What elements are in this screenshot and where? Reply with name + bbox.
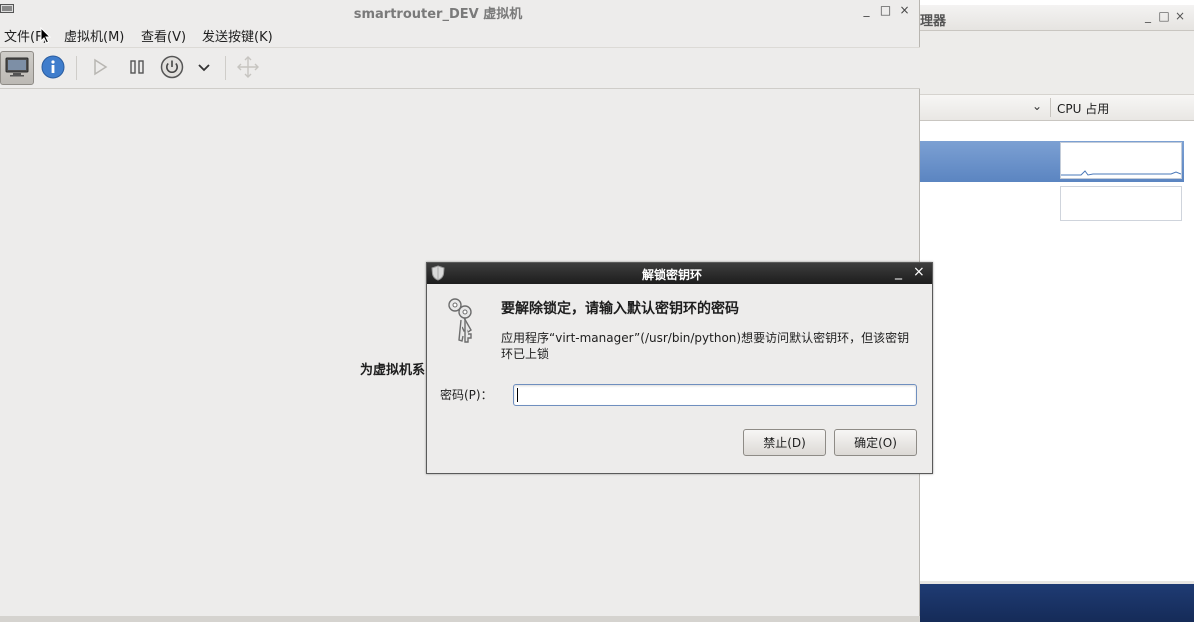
password-label: 密码(P)： (440, 388, 493, 402)
maximize-button[interactable]: □ (876, 3, 895, 17)
menu-send-key[interactable]: 发送按键(K) (202, 26, 273, 45)
run-icon (91, 58, 109, 79)
minimize-button[interactable]: _ (857, 3, 876, 17)
cpu-usage-sparkline (1060, 142, 1182, 179)
column-header: ⌄ CPU 占用 (920, 95, 1194, 121)
console-button[interactable] (0, 51, 34, 85)
close-button[interactable]: × (895, 3, 914, 17)
dialog-heading: 要解除锁定，请输入默认密钥环的密码 (501, 301, 739, 317)
unlock-keyring-dialog: 解锁密钥环 _ × 要解除锁定，请输入默认密钥环的密码 应用程序“virt-ma… (426, 262, 933, 474)
vm-titlebar: smartrouter_DEV 虚拟机 _ □ × (0, 0, 920, 22)
run-button[interactable] (83, 51, 117, 85)
manager-toolbar (920, 31, 1194, 95)
manager-titlebar: 理器 _ □ × (920, 5, 1194, 31)
password-field[interactable] (513, 384, 917, 406)
details-button[interactable] (36, 51, 70, 85)
dialog-titlebar: 解锁密钥环 _ × (427, 263, 932, 284)
menu-view[interactable]: 查看(V) (141, 26, 186, 45)
close-button[interactable]: × (1172, 9, 1188, 23)
menu-vm[interactable]: 虚拟机(M) (64, 26, 124, 45)
pause-button[interactable] (120, 51, 154, 85)
vm-window-bottom-edge (0, 616, 920, 622)
toolbar-separator (76, 56, 77, 80)
cpu-usage-sparkline-empty (1060, 186, 1182, 221)
manager-title: 理器 (920, 14, 947, 29)
dialog-description: 应用程序“virt-manager”(/usr/bin/python)想要访问默… (501, 331, 910, 361)
dialog-minimize-button[interactable]: _ (895, 264, 902, 280)
keys-icon (441, 296, 481, 349)
mouse-pointer-icon (40, 26, 52, 47)
vm-console-message: 为虚拟机系 (360, 363, 426, 378)
shutdown-menu-button[interactable] (187, 51, 221, 85)
dialog-title: 解锁密钥环 (641, 268, 702, 282)
minimize-button[interactable]: _ (1140, 9, 1156, 23)
fullscreen-icon (236, 55, 260, 82)
pause-icon (129, 59, 145, 78)
dialog-close-button[interactable]: × (913, 264, 925, 280)
toolbar-separator (225, 56, 226, 80)
console-icon (5, 57, 29, 80)
desktop-panel (920, 584, 1194, 622)
menubar: 文件(F) 虚拟机(M) 查看(V) 发送按键(K) (0, 24, 920, 45)
power-dropdown-icon (198, 61, 210, 75)
column-dropdown-chevron-icon[interactable]: ⌄ (1032, 99, 1042, 113)
shutdown-button[interactable] (155, 51, 189, 85)
maximize-button[interactable]: □ (1156, 9, 1172, 23)
cpu-usage-column-header[interactable]: CPU 占用 (1057, 100, 1109, 117)
manager-window: 理器 _ □ × ⌄ CPU 占用 (920, 0, 1194, 622)
column-separator (1050, 98, 1051, 117)
text-caret (517, 388, 518, 402)
vm-window-title: smartrouter_DEV 虚拟机 (353, 7, 523, 22)
info-icon (41, 55, 65, 82)
power-icon (160, 55, 184, 82)
fullscreen-button[interactable] (231, 51, 265, 85)
deny-button[interactable]: 禁止(D) (743, 429, 826, 456)
toolbar (0, 47, 920, 89)
ok-button[interactable]: 确定(O) (834, 429, 917, 456)
